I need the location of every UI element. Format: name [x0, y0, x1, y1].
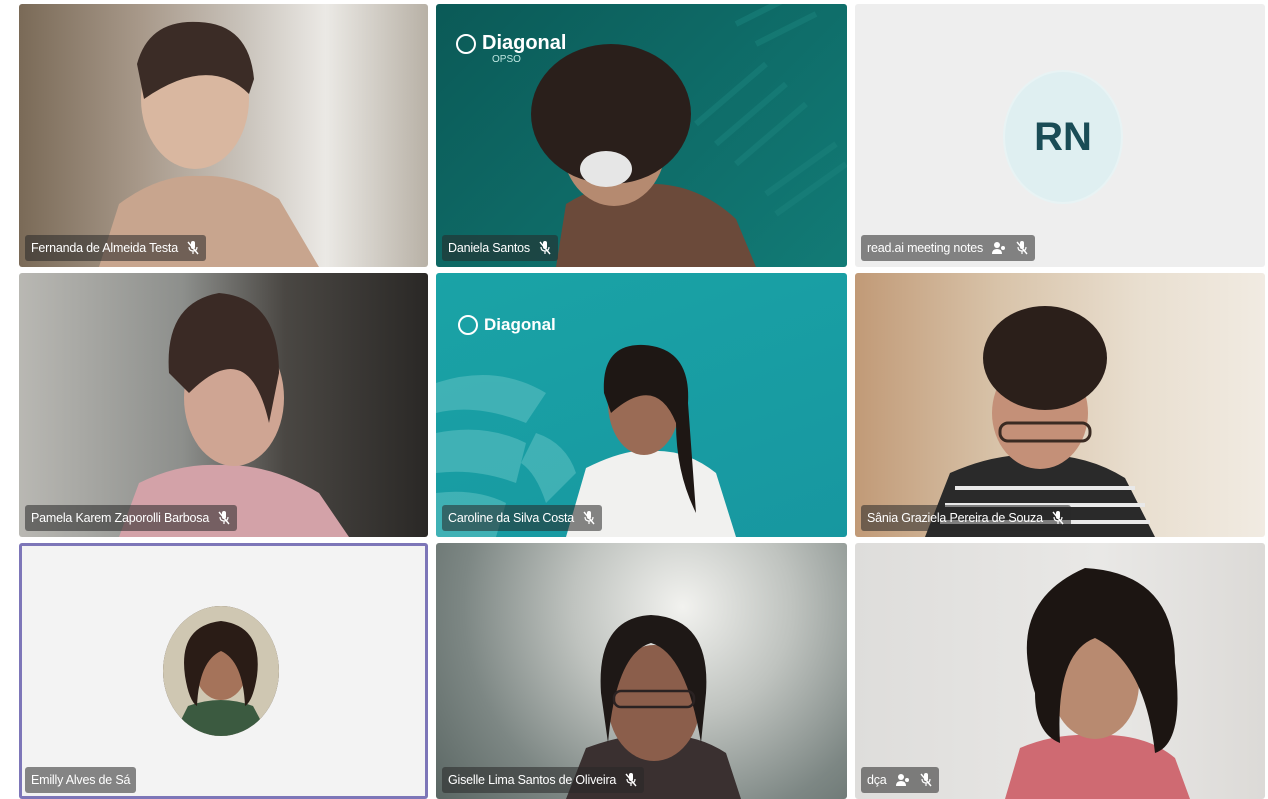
notes-bot-icon [895, 774, 909, 786]
participant-name: Giselle Lima Santos de Oliveira [448, 773, 617, 787]
diagonal-logo: Diagonal OPSO [456, 32, 566, 65]
mic-off-icon [539, 241, 551, 255]
participant-label: Emilly Alves de Sá [25, 767, 137, 793]
diagonal-logo-icon [458, 315, 478, 335]
participant-label: Giselle Lima Santos de Oliveira [442, 767, 645, 793]
mic-off-icon [1052, 511, 1064, 525]
participant-name: dça [867, 773, 887, 787]
participant-name: Emilly Alves de Sá [31, 773, 131, 787]
mic-off-icon [1016, 241, 1028, 255]
mic-off-icon [583, 511, 595, 525]
diagonal-logo-icon [456, 33, 476, 54]
participant-tile-caroline[interactable]: Diagonal Caroline da Silva Costa [436, 273, 847, 537]
participant-name: Sânia Grazielа Pereira de Souza [867, 511, 1043, 525]
background-pattern [436, 344, 736, 537]
participant-name: Fernanda de Almeida Testa [31, 241, 178, 255]
participant-label: Fernanda de Almeida Testa [25, 235, 206, 261]
participant-name: read.ai meeting notes [867, 241, 984, 255]
participant-tile-giselle[interactable]: Giselle Lima Santos de Oliveira [436, 543, 847, 799]
participant-label: dça [861, 767, 939, 793]
mic-off-icon [920, 773, 932, 787]
participant-name: Daniela Santos [448, 241, 530, 255]
avatar-photo-silhouette [163, 606, 279, 736]
diagonal-logo: Diagonal [458, 315, 556, 335]
participant-video-silhouette [99, 21, 319, 267]
participant-video-silhouette [925, 306, 1155, 537]
participant-name: Pamela Karem Zaporolli Barbosa [31, 511, 210, 525]
participant-label: Pamela Karem Zaporolli Barbosa [25, 505, 238, 531]
participant-name: Caroline da Silva Costa [448, 511, 575, 525]
mic-off-icon [218, 511, 230, 525]
participant-tile-daniela[interactable]: Diagonal OPSO Daniela Santos [436, 4, 847, 267]
notes-bot-icon [992, 242, 1006, 254]
participant-grid: Fernanda de Almeida Testa Diagonal OPSO … [19, 4, 1265, 799]
participant-label: read.ai meeting notes [861, 235, 1036, 261]
participant-label: Daniela Santos [442, 235, 558, 261]
avatar [163, 606, 279, 736]
participant-video-silhouette [1005, 568, 1190, 799]
participant-label: Caroline da Silva Costa [442, 505, 603, 531]
participant-tile-dca[interactable]: dça [855, 543, 1265, 799]
participant-video-silhouette [119, 293, 349, 537]
participant-tile-emilly[interactable]: Emilly Alves de Sá [19, 543, 428, 799]
participant-video-silhouette [566, 615, 741, 799]
avatar: RN [1003, 70, 1123, 204]
mic-off-icon [625, 773, 637, 787]
mic-off-icon [187, 241, 199, 255]
participant-tile-pamela[interactable]: Pamela Karem Zaporolli Barbosa [19, 273, 428, 537]
participant-tile-sania[interactable]: Sânia Grazielа Pereira de Souza [855, 273, 1265, 537]
participant-tile-readai[interactable]: RN read.ai meeting notes [855, 4, 1265, 267]
participant-label: Sânia Grazielа Pereira de Souza [861, 505, 1071, 531]
participant-tile-fernanda[interactable]: Fernanda de Almeida Testa [19, 4, 428, 267]
